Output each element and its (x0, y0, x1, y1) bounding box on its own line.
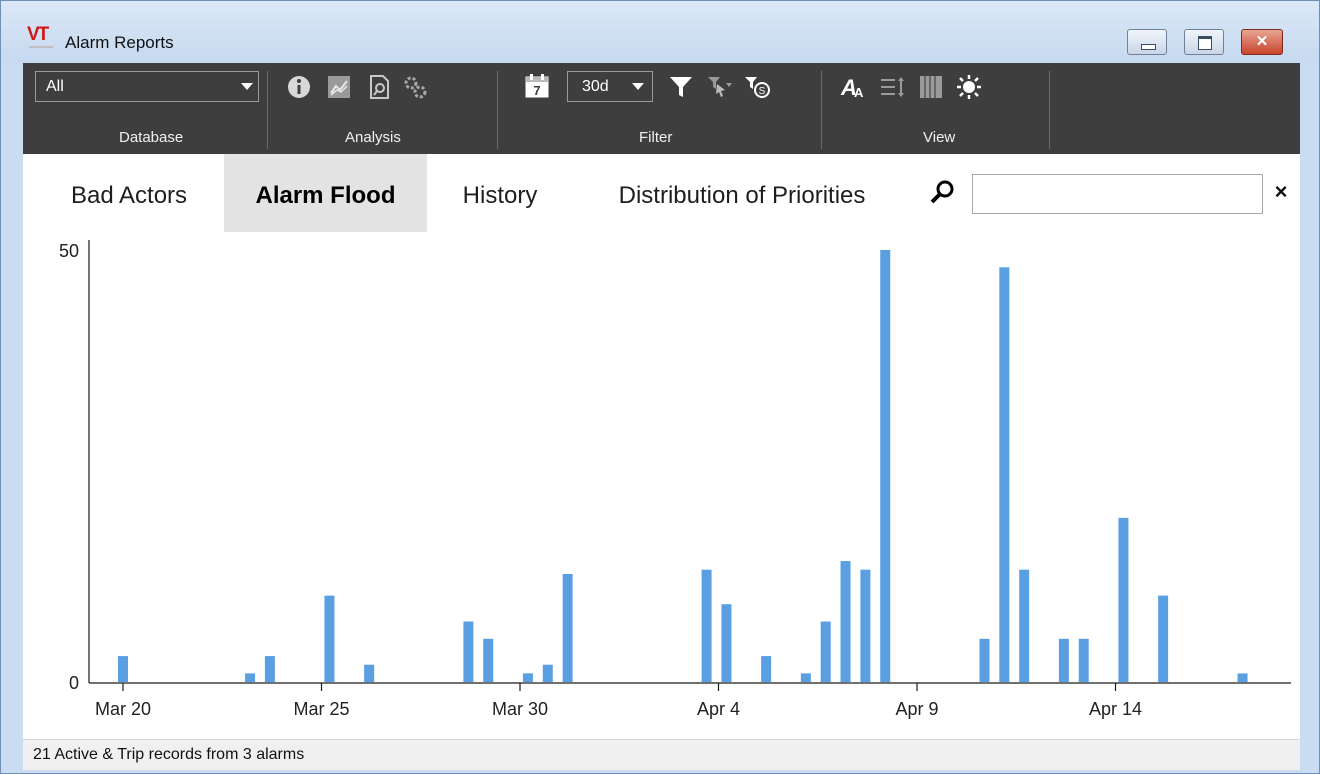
font-size-icon[interactable]: AA (839, 73, 867, 101)
settings-gears-icon[interactable] (401, 73, 429, 101)
search-icon[interactable] (928, 178, 956, 206)
chart-bar (118, 656, 128, 682)
tab-alarm-flood[interactable]: Alarm Flood (224, 154, 427, 232)
filter-group-label: Filter (639, 129, 673, 146)
title-bar[interactable]: VT Alarm Reports ✕ (1, 1, 1319, 63)
chart-bar (542, 664, 553, 682)
time-range-selected-value: 30d (582, 78, 609, 95)
chart-bar (999, 267, 1010, 682)
status-text: 21 Active & Trip records from 3 alarms (33, 746, 305, 763)
columns-icon[interactable] (917, 73, 945, 101)
database-group-label: Database (119, 129, 184, 146)
chart-bar (1078, 638, 1089, 682)
chart-bar (245, 673, 256, 682)
chart-bar (562, 574, 573, 682)
x-tick-label: Mar 20 (95, 699, 151, 719)
database-select[interactable]: All (35, 71, 259, 102)
chart-bar (364, 664, 375, 682)
clear-search-icon[interactable]: × (1269, 180, 1293, 204)
calendar-icon[interactable]: 7 (523, 72, 551, 100)
minimize-button[interactable] (1127, 29, 1167, 55)
calendar-day-text: 7 (533, 83, 540, 98)
chart-bar (701, 569, 712, 682)
y-tick-label: 0 (69, 673, 79, 693)
chart-bar (1158, 595, 1169, 682)
filter-icon[interactable] (667, 73, 695, 101)
toolbar-divider (1049, 71, 1050, 149)
chart-bar (820, 621, 831, 682)
chart-bar (1237, 673, 1248, 682)
chart-bar (522, 673, 533, 682)
chart-bar (761, 656, 772, 682)
view-group-label: View (923, 129, 956, 146)
trend-chart-icon[interactable] (325, 73, 353, 101)
x-tick-label: Mar 30 (492, 699, 548, 719)
toolbar-divider (267, 71, 268, 149)
chart-bar (463, 621, 474, 682)
report-search-icon[interactable] (365, 73, 393, 101)
chart-bar (979, 638, 990, 682)
row-height-icon[interactable] (879, 73, 907, 101)
time-range-select[interactable]: 30d (567, 71, 653, 102)
ribbon-toolbar: All Database Analysis 7 30d S Filter A A… (23, 63, 1300, 154)
tab-distribution-of-priorities[interactable]: Distribution of Priorities (589, 154, 895, 232)
x-tick-label: Apr 9 (895, 699, 938, 719)
maximize-icon (1198, 36, 1212, 50)
database-selected-value: All (46, 78, 64, 95)
app-logo-icon: VT (27, 25, 57, 48)
chart-bar (880, 250, 891, 682)
chart-bar (1058, 638, 1069, 682)
search-input[interactable] (972, 174, 1263, 214)
x-tick-label: Apr 14 (1089, 699, 1142, 719)
x-tick-label: Mar 25 (293, 699, 349, 719)
chevron-down-icon (241, 83, 253, 90)
filter-select-icon[interactable] (705, 73, 733, 101)
brightness-icon[interactable] (955, 73, 983, 101)
analysis-group-label: Analysis (345, 129, 401, 146)
svg-text:S: S (759, 86, 766, 97)
chart-bar (840, 561, 851, 682)
chart-bar (324, 595, 335, 682)
x-tick-label: Apr 4 (697, 699, 740, 719)
chart-bar (264, 656, 275, 682)
status-bar: 21 Active & Trip records from 3 alarms (23, 739, 1300, 770)
alarm-flood-chart: 0 50 Mar 20 Mar 25 Mar 30 Apr 4 Apr 9 Apr 14 (59, 240, 1291, 719)
tab-history[interactable]: History (443, 154, 557, 232)
chart-bar (860, 569, 871, 682)
chart-bar (483, 638, 494, 682)
tab-bad-actors[interactable]: Bad Actors (49, 154, 209, 232)
y-tick-label: 50 (59, 241, 79, 261)
chart-bar (800, 673, 811, 682)
alarm-reports-window: VT Alarm Reports ✕ All Database Analysis (0, 0, 1320, 774)
svg-text:A: A (854, 85, 864, 100)
chart-bar (1019, 569, 1030, 682)
chart-bar (1118, 517, 1129, 682)
chart-bar (721, 604, 732, 682)
report-content: Bad Actors Alarm Flood History Distribut… (23, 154, 1300, 739)
toolbar-divider (497, 71, 498, 149)
minimize-icon (1141, 44, 1156, 50)
info-icon[interactable] (285, 73, 313, 101)
close-icon: ✕ (1255, 33, 1269, 50)
toolbar-divider (821, 71, 822, 149)
window-title: Alarm Reports (65, 33, 174, 52)
chevron-down-icon (632, 83, 644, 90)
filter-special-icon[interactable]: S (743, 73, 771, 101)
maximize-button[interactable] (1184, 29, 1224, 55)
close-button[interactable]: ✕ (1241, 29, 1283, 55)
